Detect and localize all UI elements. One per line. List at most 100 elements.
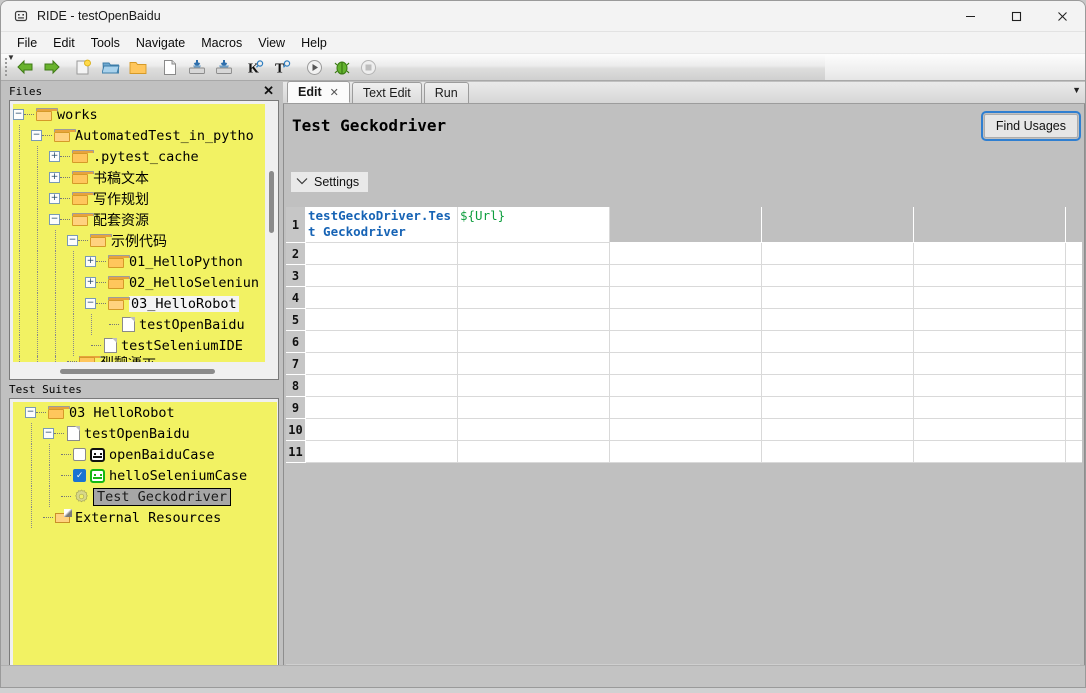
keyword-step-grid[interactable]: 1 testGeckoDriver.Test Geckodriver ${Url… — [286, 207, 1082, 647]
open-directory-icon[interactable] — [125, 55, 150, 80]
grid-cell[interactable] — [762, 265, 914, 287]
grid-cell[interactable] — [762, 397, 914, 419]
grid-cell[interactable] — [306, 309, 458, 331]
grid-cell[interactable] — [1066, 207, 1082, 243]
grid-cell[interactable] — [1066, 419, 1082, 441]
grid-row[interactable]: 4 — [286, 287, 1082, 309]
grid-row[interactable]: 11 — [286, 441, 1082, 463]
grid-cell[interactable] — [458, 419, 610, 441]
files-tree-vertical-scrollbar[interactable] — [266, 103, 277, 377]
grid-cell[interactable] — [1066, 331, 1082, 353]
minimize-button[interactable] — [947, 1, 993, 32]
grid-cell[interactable] — [1066, 243, 1082, 265]
grid-cell[interactable] — [762, 309, 914, 331]
grid-row[interactable]: 3 — [286, 265, 1082, 287]
grid-row[interactable]: 6 — [286, 331, 1082, 353]
grid-cell[interactable] — [458, 243, 610, 265]
collapse-expander-icon[interactable]: − — [13, 109, 24, 120]
grid-row[interactable]: 1 testGeckoDriver.Test Geckodriver ${Url… — [286, 207, 1082, 243]
grid-cell[interactable] — [914, 331, 1066, 353]
files-tree-item[interactable]: 视频演示 — [13, 356, 265, 362]
grid-cell[interactable] — [762, 419, 914, 441]
menu-help[interactable]: Help — [293, 34, 335, 52]
grid-cell[interactable] — [1066, 309, 1082, 331]
files-tree-item-selected[interactable]: − 03_HelloRobot — [13, 293, 265, 314]
tab-run[interactable]: Run — [423, 82, 469, 103]
grid-cell[interactable] — [458, 331, 610, 353]
grid-cell[interactable] — [610, 243, 762, 265]
grid-cell[interactable] — [306, 265, 458, 287]
files-tree-item[interactable]: testOpenBaidu — [13, 314, 265, 335]
grid-row[interactable]: 10 — [286, 419, 1082, 441]
grid-cell[interactable] — [1066, 265, 1082, 287]
suite-tree-item[interactable]: − testOpenBaidu — [13, 423, 277, 444]
close-button[interactable] — [1039, 1, 1085, 32]
collapse-expander-icon[interactable]: − — [43, 428, 54, 439]
save-all-icon[interactable] — [211, 55, 236, 80]
grid-cell[interactable] — [914, 287, 1066, 309]
grid-cell[interactable] — [914, 243, 1066, 265]
grid-cell[interactable] — [610, 353, 762, 375]
grid-row[interactable]: 8 — [286, 375, 1082, 397]
settings-toggle-button[interactable]: Settings — [291, 172, 369, 192]
files-tree-item[interactable]: − 示例代码 — [13, 230, 265, 251]
suite-tree-item-selected[interactable]: Test Geckodriver — [13, 486, 277, 507]
chevron-down-icon[interactable]: ▼ — [1072, 85, 1081, 95]
grid-cell[interactable] — [914, 397, 1066, 419]
tab-edit[interactable]: Edit ✕ — [287, 81, 350, 103]
grid-cell[interactable] — [458, 353, 610, 375]
grid-cell[interactable] — [610, 287, 762, 309]
collapse-expander-icon[interactable]: − — [31, 130, 42, 141]
suite-tree-item[interactable]: openBaiduCase — [13, 444, 277, 465]
collapse-expander-icon[interactable]: − — [67, 235, 78, 246]
grid-cell[interactable] — [610, 265, 762, 287]
grid-cell[interactable] — [610, 419, 762, 441]
grid-cell[interactable] — [458, 265, 610, 287]
grid-cell[interactable] — [610, 309, 762, 331]
new-project-icon[interactable] — [71, 55, 96, 80]
grid-cell[interactable] — [762, 353, 914, 375]
files-tree-item[interactable]: − works — [13, 104, 265, 125]
suite-tree-item[interactable]: External Resources — [13, 507, 277, 528]
files-tree-item[interactable]: testSeleniumIDE — [13, 335, 265, 356]
grid-cell[interactable] — [306, 243, 458, 265]
collapse-expander-icon[interactable]: − — [25, 407, 36, 418]
collapse-expander-icon[interactable]: − — [49, 214, 60, 225]
grid-cell[interactable] — [762, 375, 914, 397]
find-usages-button[interactable]: Find Usages — [980, 111, 1082, 141]
files-tree-item[interactable]: + 写作规划 — [13, 188, 265, 209]
menu-tools[interactable]: Tools — [83, 34, 128, 52]
grid-cell[interactable] — [762, 243, 914, 265]
expand-expander-icon[interactable]: + — [49, 151, 60, 162]
testcase-checkbox[interactable] — [73, 448, 86, 461]
scrollbar-thumb[interactable] — [269, 171, 274, 233]
grid-cell[interactable] — [1066, 353, 1082, 375]
grid-cell[interactable] — [458, 397, 610, 419]
menu-file[interactable]: File — [9, 34, 45, 52]
grid-cell[interactable] — [914, 265, 1066, 287]
search-tests-icon[interactable]: T — [270, 55, 295, 80]
run-icon[interactable] — [302, 55, 327, 80]
collapse-expander-icon[interactable]: − — [85, 298, 96, 309]
files-tree-item[interactable]: + 02_HelloSeleniun — [13, 272, 265, 293]
suite-tree-item[interactable]: ✓ helloSeleniumCase — [13, 465, 277, 486]
close-icon[interactable]: ✕ — [330, 86, 339, 99]
grid-cell[interactable] — [458, 287, 610, 309]
grid-row[interactable]: 7 — [286, 353, 1082, 375]
grid-row[interactable]: 5 — [286, 309, 1082, 331]
files-tree-item[interactable]: + .pytest_cache — [13, 146, 265, 167]
grid-cell[interactable] — [306, 287, 458, 309]
expand-expander-icon[interactable]: + — [49, 193, 60, 204]
suite-tree-item[interactable]: − 03 HelloRobot — [13, 402, 277, 423]
grid-cell[interactable] — [610, 375, 762, 397]
files-tree-item[interactable]: − AutomatedTest_in_pytho — [13, 125, 265, 146]
test-suites-tree[interactable]: − 03 HelloRobot − testOpenBaidu openBaid… — [13, 402, 277, 678]
grid-cell[interactable]: ${Url} — [458, 207, 610, 243]
search-keyword-icon[interactable]: K — [243, 55, 268, 80]
scrollbar-thumb[interactable] — [60, 369, 215, 374]
expand-expander-icon[interactable]: + — [85, 277, 96, 288]
grid-cell[interactable] — [306, 331, 458, 353]
grid-cell[interactable] — [914, 207, 1066, 243]
files-tree[interactable]: − works − AutomatedTest_in_pytho + .pyte… — [13, 104, 265, 362]
grid-cell[interactable] — [610, 331, 762, 353]
